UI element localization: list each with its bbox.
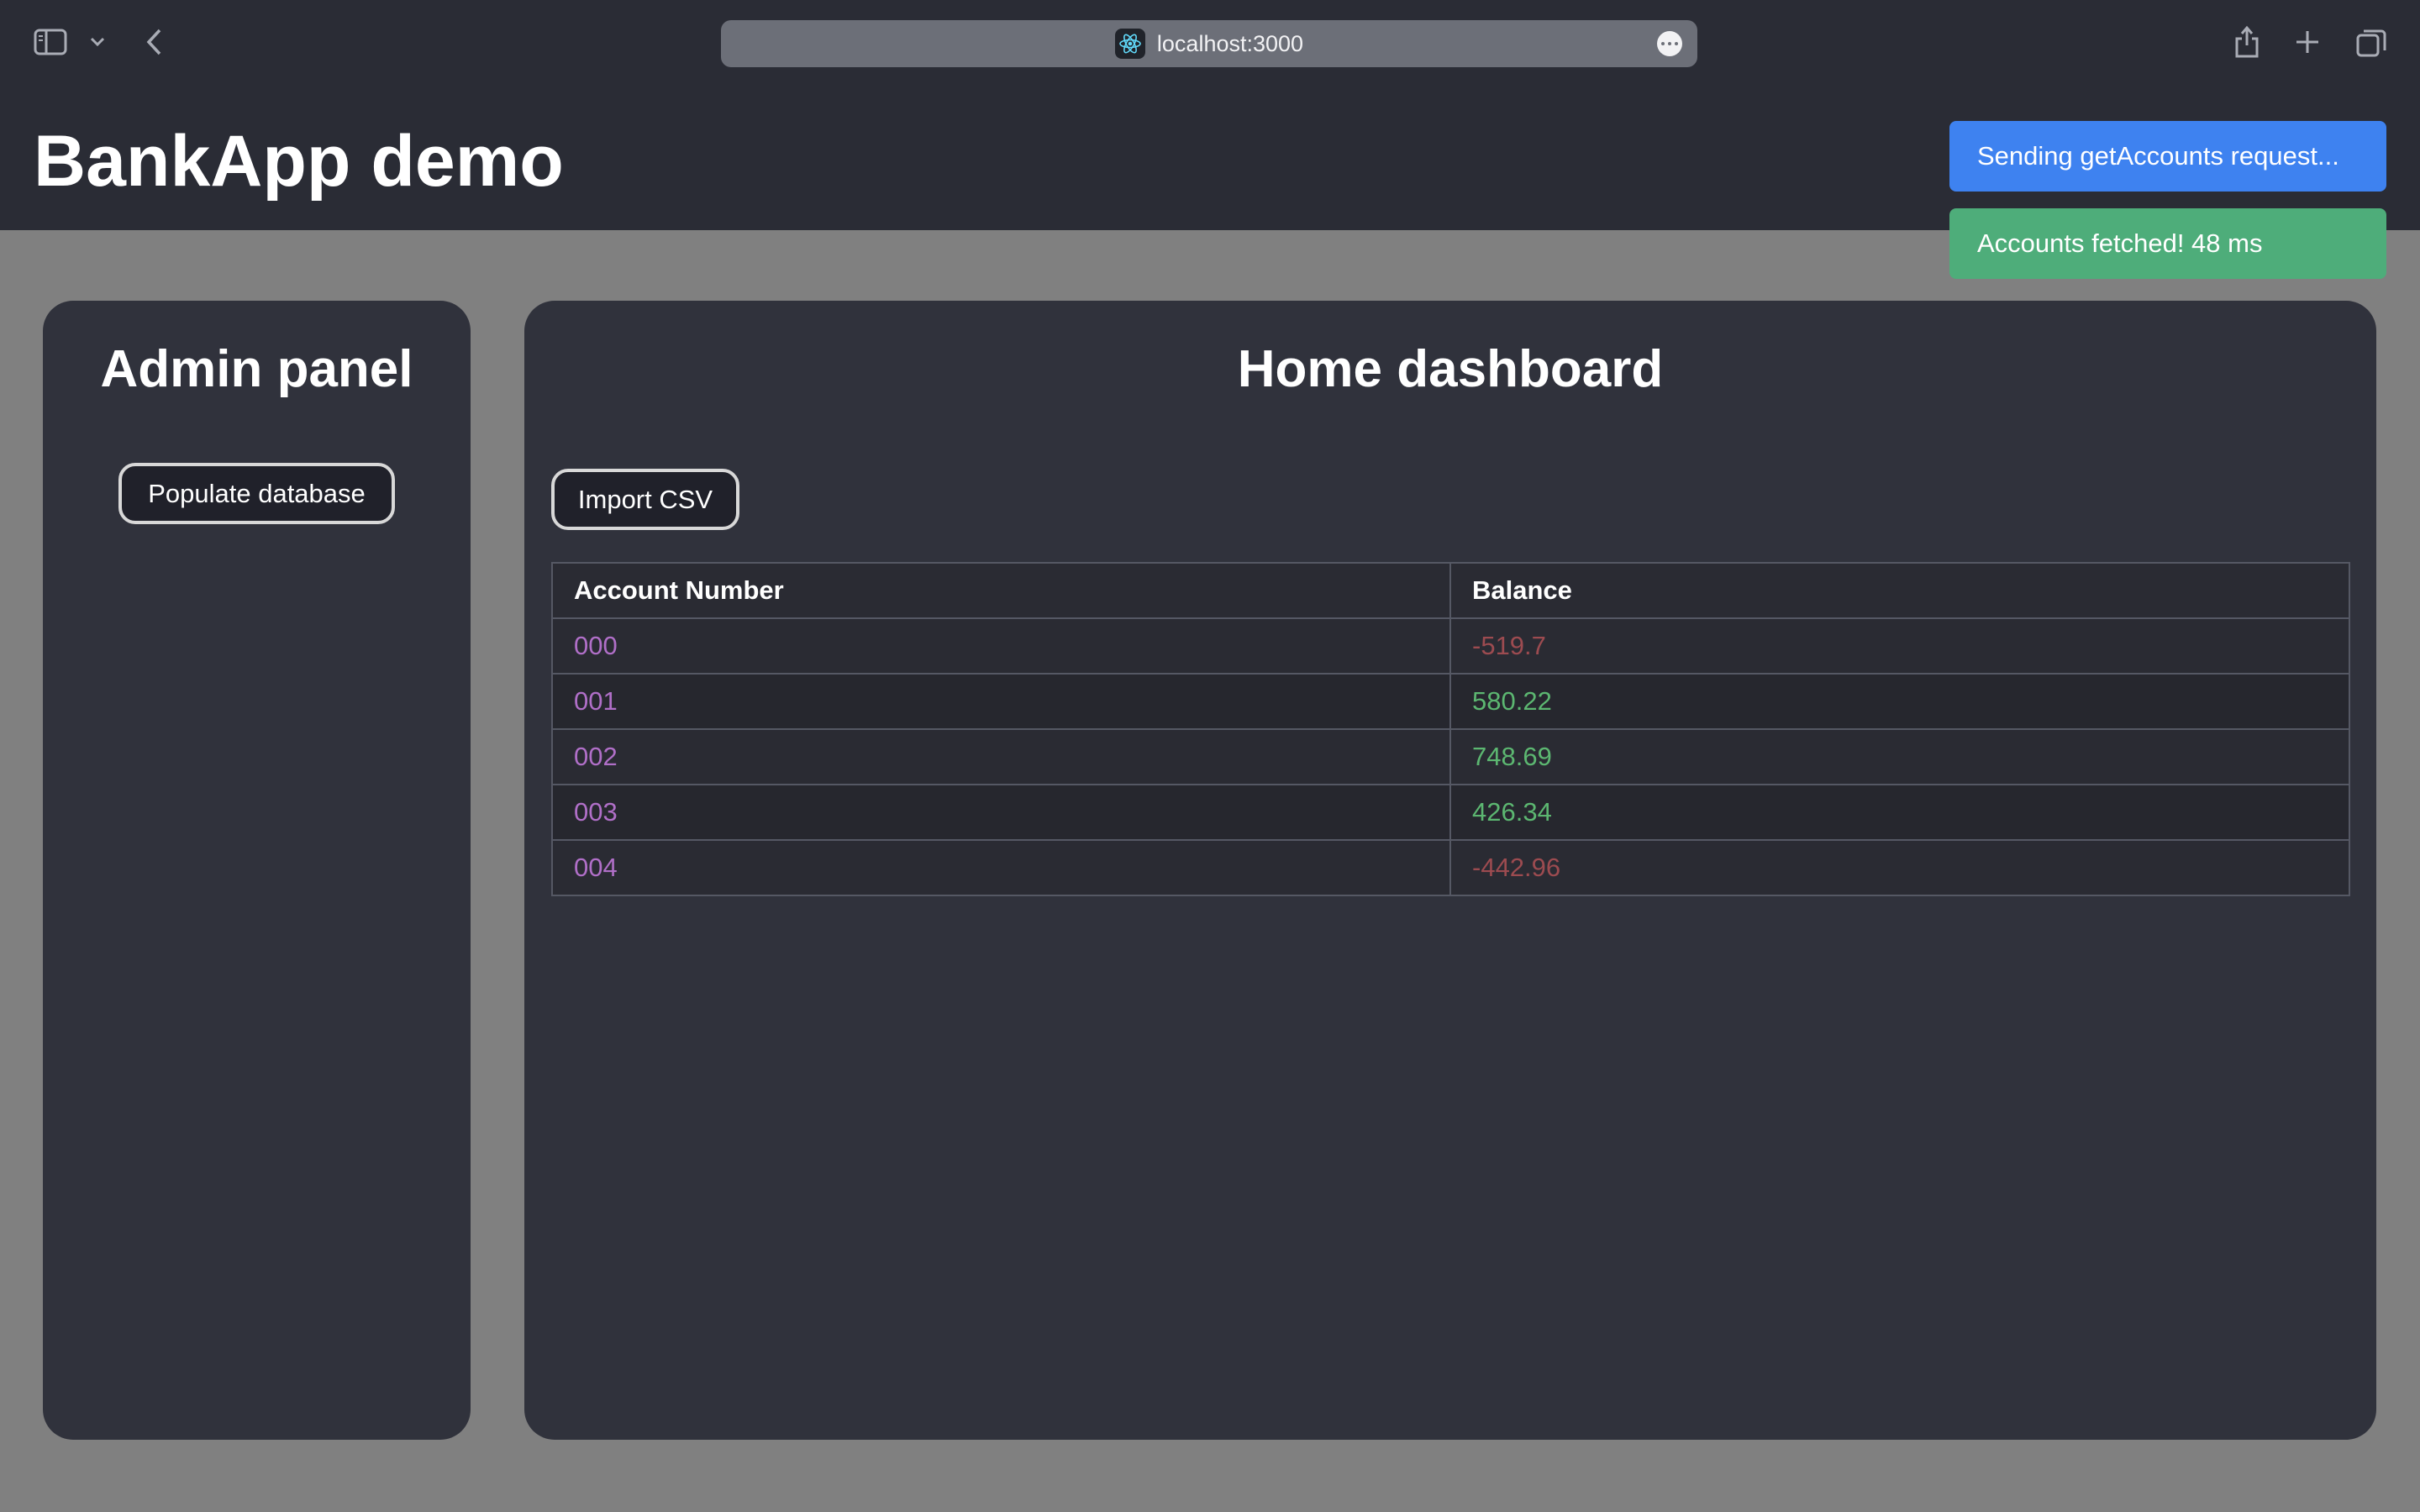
column-header-balance[interactable]: Balance (1449, 562, 2350, 619)
table-row[interactable]: 001 580.22 (551, 673, 2350, 730)
account-number-cell: 002 (551, 728, 1451, 785)
tab-overview-icon[interactable] (2354, 27, 2388, 59)
account-number-cell: 000 (551, 617, 1451, 675)
balance-cell: 748.69 (1449, 728, 2350, 785)
toast-accounts-fetched[interactable]: Accounts fetched! 48 ms (1949, 208, 2386, 279)
table-row[interactable]: 004 -442.96 (551, 839, 2350, 896)
sidebar-toggle-icon[interactable] (32, 27, 69, 57)
react-icon (1114, 29, 1145, 59)
table-row[interactable]: 002 748.69 (551, 728, 2350, 785)
back-arrow-icon[interactable] (141, 27, 166, 57)
admin-panel: Admin panel Populate database (43, 301, 471, 1440)
account-number-cell: 001 (551, 673, 1451, 730)
url-text: localhost:3000 (1156, 30, 1304, 56)
dashboard-title: Home dashboard (1237, 340, 1664, 398)
balance-cell: 580.22 (1449, 673, 2350, 730)
address-bar[interactable]: localhost:3000 (721, 20, 1697, 67)
new-tab-icon[interactable] (2292, 27, 2323, 57)
column-header-account-number[interactable]: Account Number (551, 562, 1451, 619)
table-header-row: Account Number Balance (551, 562, 2350, 619)
account-number-cell: 003 (551, 784, 1451, 841)
account-number-cell: 004 (551, 839, 1451, 896)
share-icon[interactable] (2230, 24, 2264, 60)
balance-cell: -519.7 (1449, 617, 2350, 675)
chevron-down-icon[interactable] (87, 32, 108, 52)
accounts-table: Account Number Balance 000 -519.7 001 58… (551, 562, 2350, 896)
more-options-icon[interactable] (1657, 31, 1682, 56)
populate-database-button[interactable]: Populate database (118, 463, 395, 524)
balance-cell: -442.96 (1449, 839, 2350, 896)
app-title: BankApp demo (34, 121, 564, 202)
import-csv-button[interactable]: Import CSV (551, 469, 739, 530)
balance-cell: 426.34 (1449, 784, 2350, 841)
browser-toolbar: localhost:3000 (0, 0, 2420, 87)
table-row[interactable]: 000 -519.7 (551, 617, 2350, 675)
toast-sending-request[interactable]: Sending getAccounts request... (1949, 121, 2386, 192)
table-row[interactable]: 003 426.34 (551, 784, 2350, 841)
admin-panel-title: Admin panel (100, 340, 413, 398)
